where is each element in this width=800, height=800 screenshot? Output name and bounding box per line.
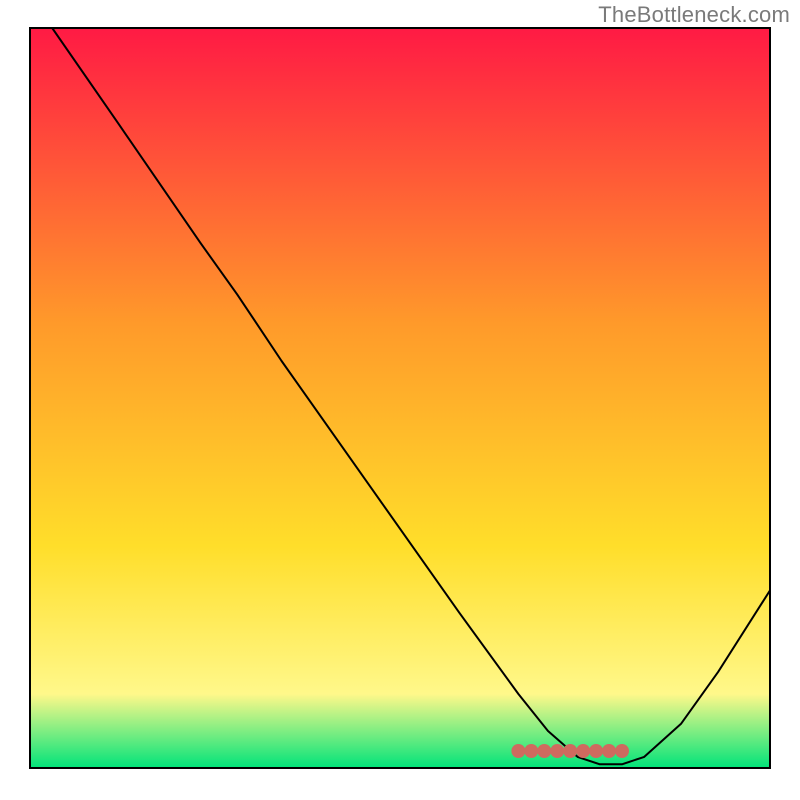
chart-container: TheBottleneck.com <box>0 0 800 800</box>
marker-dot <box>550 744 564 758</box>
marker-dot <box>589 744 603 758</box>
chart-svg <box>0 0 800 800</box>
marker-dot <box>511 744 525 758</box>
marker-cluster <box>511 744 629 758</box>
plot-background <box>30 28 770 768</box>
marker-dot <box>537 744 551 758</box>
marker-dot <box>563 744 577 758</box>
marker-dot <box>524 744 538 758</box>
marker-dot <box>615 744 629 758</box>
marker-dot <box>602 744 616 758</box>
marker-dot <box>576 744 590 758</box>
